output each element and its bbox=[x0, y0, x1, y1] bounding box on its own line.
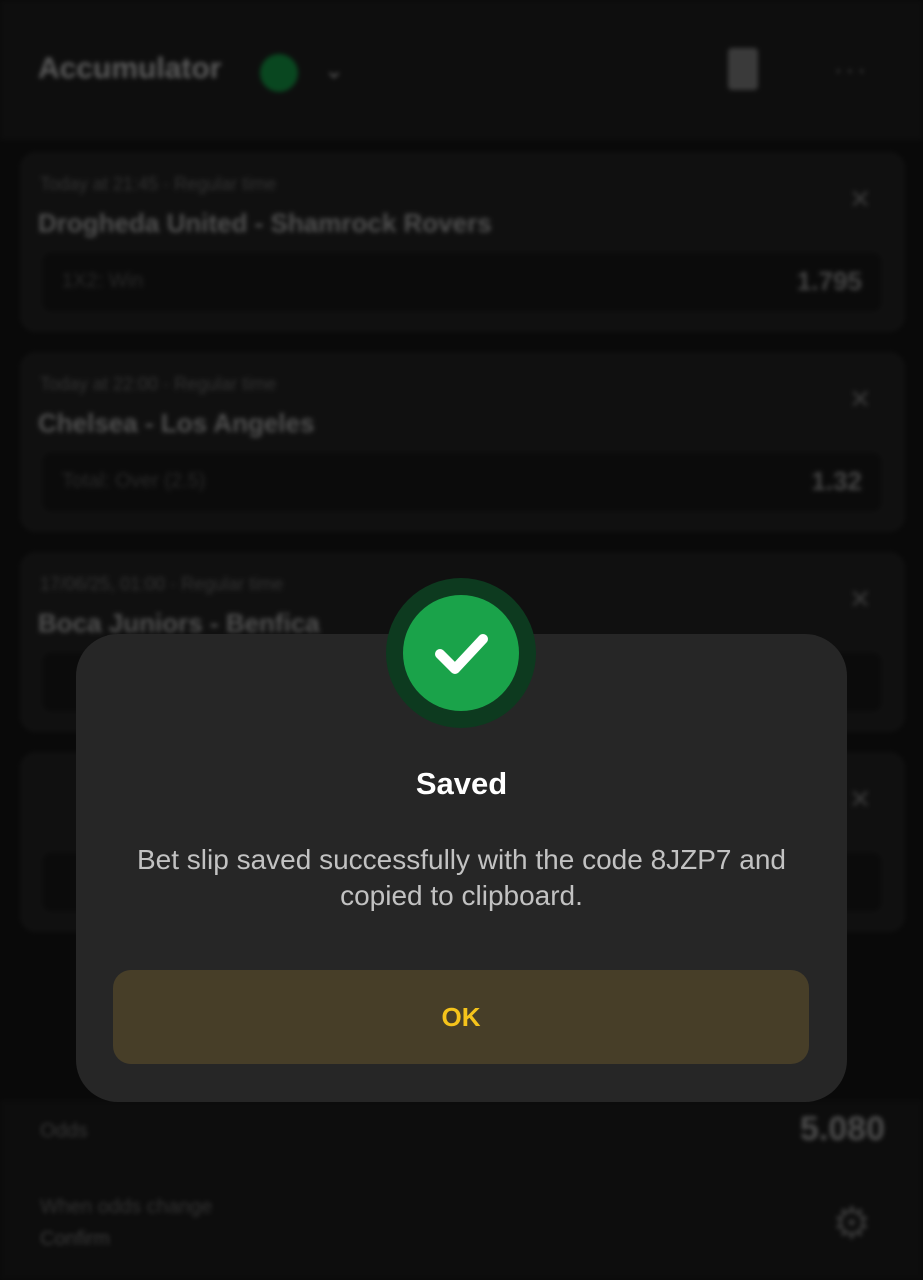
dialog-message: Bet slip saved successfully with the cod… bbox=[136, 844, 786, 911]
ok-button[interactable]: OK bbox=[113, 970, 809, 1064]
check-icon bbox=[403, 595, 519, 711]
dialog-title: Saved bbox=[415, 766, 508, 801]
